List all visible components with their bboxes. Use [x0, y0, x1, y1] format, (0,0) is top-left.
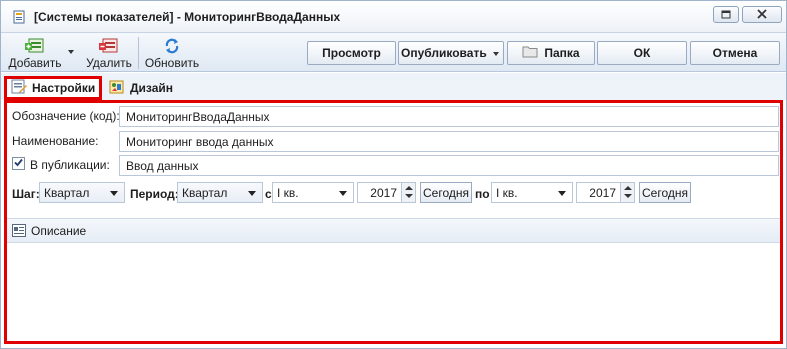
delete-button[interactable]: Удалить	[83, 35, 135, 71]
close-button[interactable]	[742, 6, 782, 23]
arrow-down-icon[interactable]	[624, 194, 632, 198]
design-tab-icon	[109, 79, 125, 97]
restore-icon	[721, 8, 731, 22]
from-year-stepper[interactable]	[401, 183, 415, 202]
toolbar: Добавить Удалить Обновить Просмотр Опубл…	[1, 32, 786, 72]
folder-label: Папка	[544, 46, 580, 60]
settings-tab-icon	[11, 79, 27, 97]
checkmark-icon	[13, 157, 24, 171]
add-button[interactable]: Добавить	[6, 35, 64, 71]
ok-button[interactable]: ОК	[597, 41, 687, 65]
publish-button[interactable]: Опубликовать	[398, 41, 504, 65]
publication-checkbox[interactable]	[12, 157, 25, 170]
from-year-value: 2017	[370, 185, 397, 200]
code-value: МониторингВводаДанных	[126, 109, 270, 124]
description-editor[interactable]	[7, 244, 780, 341]
to-quarter-select[interactable]: I кв.	[491, 182, 573, 203]
to-year-value: 2017	[589, 185, 616, 200]
step-label: Шаг:	[12, 187, 40, 201]
publication-field[interactable]: Ввод данных	[119, 155, 779, 176]
to-quarter-value: I кв.	[496, 185, 518, 200]
settings-panel: Обозначение (код): МониторингВводаДанных…	[4, 100, 783, 344]
add-dropdown-arrow-icon[interactable]	[68, 50, 74, 54]
name-field[interactable]: Мониторинг ввода данных	[119, 131, 779, 152]
publish-dropdown-arrow-icon	[493, 52, 499, 56]
from-label: с	[265, 187, 272, 201]
publication-label: В публикации:	[30, 158, 110, 172]
description-icon	[12, 224, 26, 240]
toolbar-separator	[138, 37, 139, 69]
ok-label: ОК	[633, 46, 651, 60]
tab-design-label: Дизайн	[130, 81, 174, 95]
view-label: Просмотр	[322, 46, 381, 60]
step-select[interactable]: Квартал	[39, 182, 125, 203]
delete-label: Удалить	[86, 56, 132, 70]
arrow-down-icon[interactable]	[405, 194, 413, 198]
refresh-label: Обновить	[144, 56, 200, 70]
folder-button[interactable]: Папка	[507, 41, 595, 65]
chevron-down-icon	[110, 191, 118, 196]
name-value: Мониторинг ввода данных	[126, 134, 274, 149]
chevron-down-icon	[339, 191, 347, 196]
tab-settings[interactable]: Настройки	[4, 76, 102, 100]
chevron-down-icon	[248, 191, 256, 196]
folder-icon	[522, 45, 538, 61]
refresh-icon	[162, 37, 182, 55]
add-label: Добавить	[8, 56, 62, 70]
period-select[interactable]: Квартал	[177, 182, 263, 203]
step-value: Квартал	[44, 185, 90, 200]
refresh-button[interactable]: Обновить	[141, 35, 203, 71]
description-label: Описание	[31, 224, 87, 238]
tab-settings-label: Настройки	[32, 81, 96, 95]
description-header[interactable]: Описание	[7, 218, 780, 243]
arrow-up-icon[interactable]	[405, 186, 413, 190]
from-quarter-select[interactable]: I кв.	[272, 182, 354, 203]
view-button[interactable]: Просмотр	[307, 41, 396, 65]
period-value: Квартал	[182, 185, 228, 200]
add-icon	[25, 37, 45, 55]
from-year-spinner[interactable]: 2017	[357, 182, 416, 203]
period-label: Период:	[130, 187, 179, 201]
tab-strip: Настройки Дизайн	[1, 73, 786, 100]
publish-label: Опубликовать	[401, 46, 487, 60]
to-today-label: Сегодня	[642, 185, 688, 200]
cancel-label: Отмена	[712, 46, 758, 60]
delete-icon	[99, 37, 119, 55]
code-label: Обозначение (код):	[12, 109, 120, 123]
window-title: [Системы показателей] - МониторингВводаД…	[34, 10, 341, 24]
arrow-up-icon[interactable]	[624, 186, 632, 190]
chevron-down-icon	[558, 191, 566, 196]
minimize-button[interactable]	[713, 6, 739, 23]
publication-value: Ввод данных	[126, 158, 199, 173]
from-quarter-value: I кв.	[277, 185, 299, 200]
to-today-button[interactable]: Сегодня	[639, 182, 691, 203]
tab-design[interactable]: Дизайн	[107, 76, 173, 100]
to-year-stepper[interactable]	[620, 183, 634, 202]
name-label: Наименование:	[12, 134, 99, 148]
app-icon	[12, 10, 26, 24]
cancel-button[interactable]: Отмена	[690, 41, 780, 65]
close-icon	[757, 8, 767, 22]
from-today-label: Сегодня	[423, 185, 469, 200]
code-field[interactable]: МониторингВводаДанных	[119, 106, 779, 127]
to-label: по	[475, 187, 490, 201]
title-bar: [Системы показателей] - МониторингВводаД…	[1, 1, 786, 32]
to-year-spinner[interactable]: 2017	[576, 182, 635, 203]
editor-window: [Системы показателей] - МониторингВводаД…	[0, 0, 787, 349]
from-today-button[interactable]: Сегодня	[420, 182, 472, 203]
